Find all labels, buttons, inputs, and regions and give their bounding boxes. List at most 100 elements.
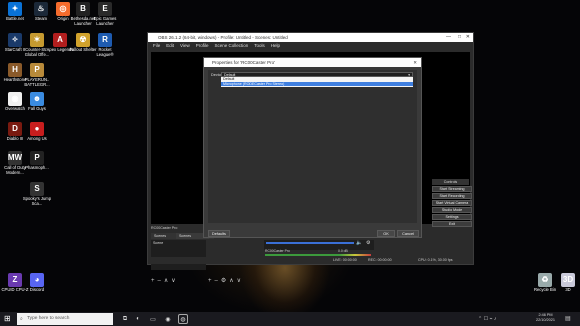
desktop-icon-phasmoph[interactable]: P Phasmoph...	[22, 151, 52, 171]
app-icon: ◉	[8, 92, 22, 106]
gear-icon-mixer[interactable]: ⚙	[366, 240, 370, 246]
mixer-volume-slider[interactable]	[266, 242, 354, 244]
start-virtual-camera-button[interactable]: Start Virtual Camera	[432, 200, 472, 206]
scene-toolbar: +–∧∨	[151, 277, 179, 284]
desktop-icon-playerun-battlegr[interactable]: P PLAYERUN.. BATTLEGR...	[22, 63, 52, 87]
desktop-icon-among-us[interactable]: ● Among Us	[22, 122, 52, 142]
gear-icon[interactable]: ⚙	[221, 278, 229, 284]
source-down-icon[interactable]: ∨	[237, 278, 244, 284]
app-icon: H	[8, 63, 22, 77]
audio-meter	[265, 254, 371, 256]
desktop-icon-fall-guys[interactable]: ☻ Fall Guys	[22, 92, 52, 112]
desktop-icon-epic-games-launcher[interactable]: E Epic Games Launcher	[90, 2, 120, 26]
task-view-icon[interactable]: ⧉	[120, 314, 130, 324]
desktop-icon-label: Phasmoph...	[25, 165, 49, 170]
app-icon: 3D	[561, 273, 575, 287]
dialog-title-bar: Properties for 'RC00Caster Pro' ✕	[204, 58, 421, 67]
desktop-icon-label: 3D	[565, 287, 571, 292]
app-icon: P	[30, 63, 44, 77]
scene-item[interactable]: Scene	[151, 240, 206, 246]
controls-header: Controls	[432, 179, 469, 185]
close-icon[interactable]: ✕	[466, 33, 470, 42]
app-icon: ☻	[30, 92, 44, 106]
desktop-icon-label: Rocket League®	[96, 47, 114, 57]
mixer-source-label: RC00Caster Pro	[265, 249, 290, 253]
context-source-label: RC00Caster Pro	[151, 226, 178, 230]
dropdown-option-microphone[interactable]: Microphone (RODECaster Pro Stereo)	[221, 81, 413, 86]
status-rec: REC: 00:00:00	[368, 258, 392, 262]
windows-start-icon[interactable]: ⊞	[4, 314, 11, 323]
app-icon: ✦	[8, 2, 22, 16]
mixer-level: 0.0 dB	[338, 249, 348, 253]
app-icon: A	[53, 33, 67, 47]
cancel-button[interactable]: Cancel	[397, 230, 419, 237]
file-explorer-icon[interactable]: ▭	[148, 314, 158, 324]
tray-icons[interactable]: ⌃ ☐ ⌁ ♪	[478, 316, 496, 322]
app-icon: MW	[8, 151, 22, 165]
app-icon: ♨	[34, 2, 48, 16]
maximize-icon[interactable]: □	[458, 33, 461, 42]
device-dropdown-list: Default Microphone (RODECaster Pro Stere…	[221, 77, 413, 87]
obs-taskbar-icon[interactable]: ◍	[178, 314, 188, 324]
obs-menu-bar: File Edit View Profile Scene Collection …	[148, 42, 473, 50]
menu-scene-collection[interactable]: Scene Collection	[214, 42, 248, 50]
menu-view[interactable]: View	[180, 42, 190, 50]
desktop-icon-spooky-s-jump-sca[interactable]: S Spooky's Jump Sca...	[22, 182, 52, 206]
minimize-icon[interactable]: —	[446, 33, 451, 42]
properties-dialog: Properties for 'RC00Caster Pro' ✕ Device…	[203, 57, 422, 238]
dialog-title: Properties for 'RC00Caster Pro'	[212, 60, 275, 65]
desktop-icon-label: PLAYERUN.. BATTLEGR...	[24, 77, 50, 87]
scenes-list: Scene	[151, 240, 206, 270]
desktop-icon-rocket-league[interactable]: R Rocket League®	[90, 33, 120, 57]
desktop-icon-3d[interactable]: 3D 3D	[553, 273, 580, 293]
menu-tools[interactable]: Tools	[254, 42, 265, 50]
obs-title: OBS 26.1.2 (64-bit, windows) - Profile: …	[158, 35, 288, 40]
desktop-icon-discord[interactable]: ◕ Discord	[22, 273, 52, 293]
app-icon: ✧	[8, 33, 22, 47]
menu-profile[interactable]: Profile	[196, 42, 209, 50]
desktop-icon-label: Among Us	[27, 136, 47, 141]
app-icon: ●	[30, 122, 44, 136]
speaker-icon[interactable]: 🔈	[356, 240, 362, 246]
app-icon: ☢	[76, 33, 90, 47]
menu-file[interactable]: File	[153, 42, 160, 50]
ok-button[interactable]: OK	[377, 230, 395, 237]
clock[interactable]: 2:46 PM 22/10/2021	[536, 313, 555, 323]
start-recording-button[interactable]: Start Recording	[432, 193, 472, 199]
chrome-icon[interactable]: ◉	[163, 314, 173, 324]
source-toolbar: +–⚙∧∨	[208, 277, 244, 284]
app-icon: P	[30, 151, 44, 165]
desktop-icon-label: Fall Guys	[28, 106, 46, 111]
taskbar-search-input[interactable]: ⌕ Type here to search	[17, 313, 113, 325]
notification-icon[interactable]: ▤	[565, 315, 571, 322]
app-icon: S	[30, 182, 44, 196]
menu-help[interactable]: Help	[271, 42, 280, 50]
app-icon: Z	[8, 273, 22, 287]
source-up-icon[interactable]: ∧	[229, 278, 236, 284]
status-bar: LIVE: 00:00:00 REC: 00:00:00 CPU: 0.1%, …	[148, 257, 473, 264]
app-icon: ◕	[30, 273, 44, 287]
desktop-icon-label: Discord	[29, 287, 45, 292]
app-icon: E	[98, 2, 112, 16]
exit-button[interactable]: Exit	[432, 221, 472, 227]
studio-mode-button[interactable]: Studio Mode	[432, 207, 472, 213]
edge-icon[interactable]: ◐	[133, 314, 143, 324]
dialog-content: Device Default ▾ Default Microphone (ROD…	[208, 70, 417, 223]
start-streaming-button[interactable]: Start Streaming	[432, 186, 472, 192]
menu-edit[interactable]: Edit	[166, 42, 174, 50]
settings-button[interactable]: Settings	[432, 214, 472, 220]
app-icon: B	[76, 2, 90, 16]
desktop-icon-label: Spooky's Jump Sca...	[22, 196, 52, 206]
down-icon[interactable]: ∨	[171, 278, 178, 284]
clock-date: 22/10/2021	[536, 318, 556, 322]
defaults-button[interactable]: Defaults	[208, 230, 230, 237]
status-cpu: CPU: 0.1%, 30.00 fps	[418, 258, 453, 262]
app-icon: R	[98, 33, 112, 47]
obs-title-bar: OBS 26.1.2 (64-bit, windows) - Profile: …	[148, 33, 473, 42]
app-icon: ✶	[30, 33, 44, 47]
status-live: LIVE: 00:00:00	[333, 258, 357, 262]
desktop-icon-label: Epic Games Launcher	[93, 16, 117, 26]
app-icon: D	[8, 122, 22, 136]
search-icon: ⌕	[20, 316, 23, 322]
dialog-close-icon[interactable]: ✕	[413, 58, 417, 67]
